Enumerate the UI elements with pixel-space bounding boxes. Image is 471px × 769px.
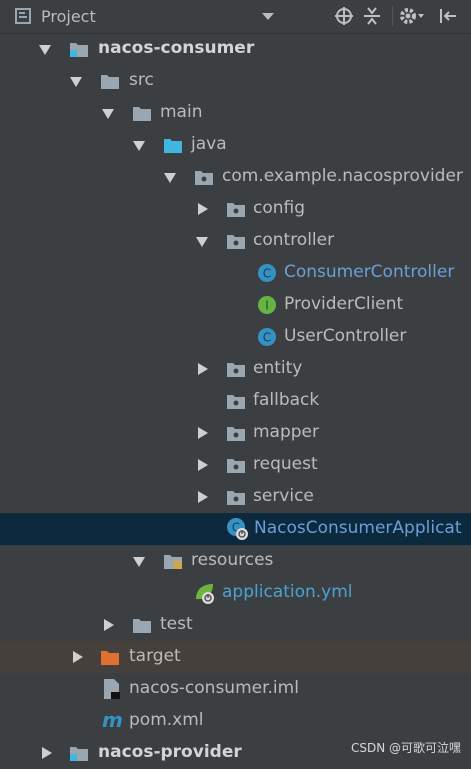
tree-item-label: request xyxy=(253,454,318,474)
folder-icon xyxy=(133,107,151,121)
module-folder-icon xyxy=(70,747,88,761)
tree-item-iml-file[interactable]: nacos-consumer.iml xyxy=(0,673,471,705)
collapse-all-icon[interactable] xyxy=(362,6,382,26)
tree-item-label: resources xyxy=(191,550,274,570)
collapsed-arrow-icon[interactable] xyxy=(104,619,114,631)
expanded-arrow-icon[interactable] xyxy=(133,557,145,567)
class-icon: C xyxy=(258,328,276,346)
svg-text:C: C xyxy=(263,331,271,345)
tree-item-mapper[interactable]: mapper xyxy=(0,417,471,449)
tree-item-main[interactable]: main xyxy=(0,97,471,129)
tree-item-package-root[interactable]: com.example.nacosprovider xyxy=(0,161,471,193)
collapsed-arrow-icon[interactable] xyxy=(198,491,208,503)
tree-item-label: controller xyxy=(253,230,335,250)
tree-item-label: ConsumerController xyxy=(284,262,455,282)
collapsed-arrow-icon[interactable] xyxy=(198,203,208,215)
csdn-watermark: CSDN @可歌可泣嘿 xyxy=(350,741,461,755)
tree-item-consumer-controller[interactable]: C ConsumerController xyxy=(0,257,471,289)
tree-item-nacos-consumer[interactable]: nacos-consumer xyxy=(0,33,471,65)
tree-item-label: application.yml xyxy=(222,582,353,602)
tree-item-user-controller[interactable]: C UserController xyxy=(0,321,471,353)
panel-title[interactable]: Project xyxy=(41,7,96,26)
tree-item-label: target xyxy=(129,646,181,666)
tree-item-test[interactable]: test xyxy=(0,609,471,641)
header-separator xyxy=(392,6,393,26)
package-icon xyxy=(227,363,245,377)
tree-item-label: pom.xml xyxy=(129,710,204,730)
tree-item-service[interactable]: service xyxy=(0,481,471,513)
spring-config-icon xyxy=(196,584,214,604)
tree-item-label: mapper xyxy=(253,422,320,442)
tree-item-controller[interactable]: controller xyxy=(0,225,471,257)
tree-item-label: ProviderClient xyxy=(284,294,404,314)
tree-item-fallback[interactable]: fallback xyxy=(0,385,471,417)
tree-item-application-yml[interactable]: application.yml xyxy=(0,577,471,609)
tree-item-label: test xyxy=(160,614,193,634)
tree-item-label: main xyxy=(160,102,203,122)
maven-icon: m xyxy=(102,708,123,732)
package-icon xyxy=(195,171,213,185)
expanded-arrow-icon[interactable] xyxy=(196,237,208,247)
tree-item-config[interactable]: config xyxy=(0,193,471,225)
folder-icon xyxy=(101,75,119,89)
tree-item-label: nacos-consumer xyxy=(98,38,255,58)
tree-item-provider-client[interactable]: I ProviderClient xyxy=(0,289,471,321)
tree-item-nacos-consumer-application[interactable]: C NacosConsumerApplicat xyxy=(0,513,471,545)
package-icon xyxy=(227,395,245,409)
collapsed-arrow-icon[interactable] xyxy=(73,651,83,663)
tree-item-label: com.example.nacosprovider xyxy=(222,166,463,186)
package-icon xyxy=(227,203,245,217)
package-icon xyxy=(227,491,245,505)
tree-item-entity[interactable]: entity xyxy=(0,353,471,385)
class-icon: C xyxy=(258,264,276,282)
source-folder-icon xyxy=(164,139,182,153)
tree-item-label: fallback xyxy=(253,390,320,410)
package-icon xyxy=(227,459,245,473)
tree-item-resources[interactable]: resources xyxy=(0,545,471,577)
tree-item-label: UserController xyxy=(284,326,407,346)
package-icon xyxy=(227,427,245,441)
expanded-arrow-icon[interactable] xyxy=(70,77,82,87)
tree-item-label: src xyxy=(129,70,154,90)
spring-boot-class-icon: C xyxy=(227,518,248,540)
tree-item-label: config xyxy=(253,198,306,218)
tree-item-label: nacos-provider xyxy=(98,742,242,762)
tree-item-src[interactable]: src xyxy=(0,65,471,97)
expanded-arrow-icon[interactable] xyxy=(102,109,114,119)
package-icon xyxy=(227,235,245,249)
hide-panel-icon[interactable] xyxy=(438,6,458,26)
collapsed-arrow-icon[interactable] xyxy=(198,427,208,439)
svg-text:I: I xyxy=(265,299,269,313)
crosshair-locate-icon[interactable] xyxy=(334,6,354,26)
tree-item-label: service xyxy=(253,486,314,506)
svg-text:C: C xyxy=(263,267,271,281)
module-folder-icon xyxy=(70,43,88,57)
gear-icon[interactable] xyxy=(398,6,426,26)
tree-item-request[interactable]: request xyxy=(0,449,471,481)
expanded-arrow-icon[interactable] xyxy=(164,173,176,183)
tree-item-label: NacosConsumerApplicat xyxy=(254,518,462,538)
dropdown-caret-icon[interactable] xyxy=(258,6,278,26)
folder-icon xyxy=(133,619,151,633)
tree-item-pom-xml[interactable]: m pom.xml xyxy=(0,705,471,737)
project-view-icon[interactable] xyxy=(14,6,34,26)
resources-folder-icon xyxy=(164,555,182,569)
expanded-arrow-icon[interactable] xyxy=(133,141,145,151)
project-panel-header: Project xyxy=(0,0,471,34)
iml-file-icon xyxy=(104,679,120,699)
interface-icon: I xyxy=(258,296,276,314)
tree-item-label: entity xyxy=(253,358,303,378)
collapsed-arrow-icon[interactable] xyxy=(42,747,52,759)
collapsed-arrow-icon[interactable] xyxy=(198,459,208,471)
expanded-arrow-icon[interactable] xyxy=(39,45,51,55)
tree-item-label: java xyxy=(191,134,227,154)
tree-item-target[interactable]: target xyxy=(0,641,471,673)
excluded-folder-icon xyxy=(101,651,119,665)
collapsed-arrow-icon[interactable] xyxy=(198,363,208,375)
tree-item-java[interactable]: java xyxy=(0,129,471,161)
tree-item-label: nacos-consumer.iml xyxy=(129,678,299,698)
